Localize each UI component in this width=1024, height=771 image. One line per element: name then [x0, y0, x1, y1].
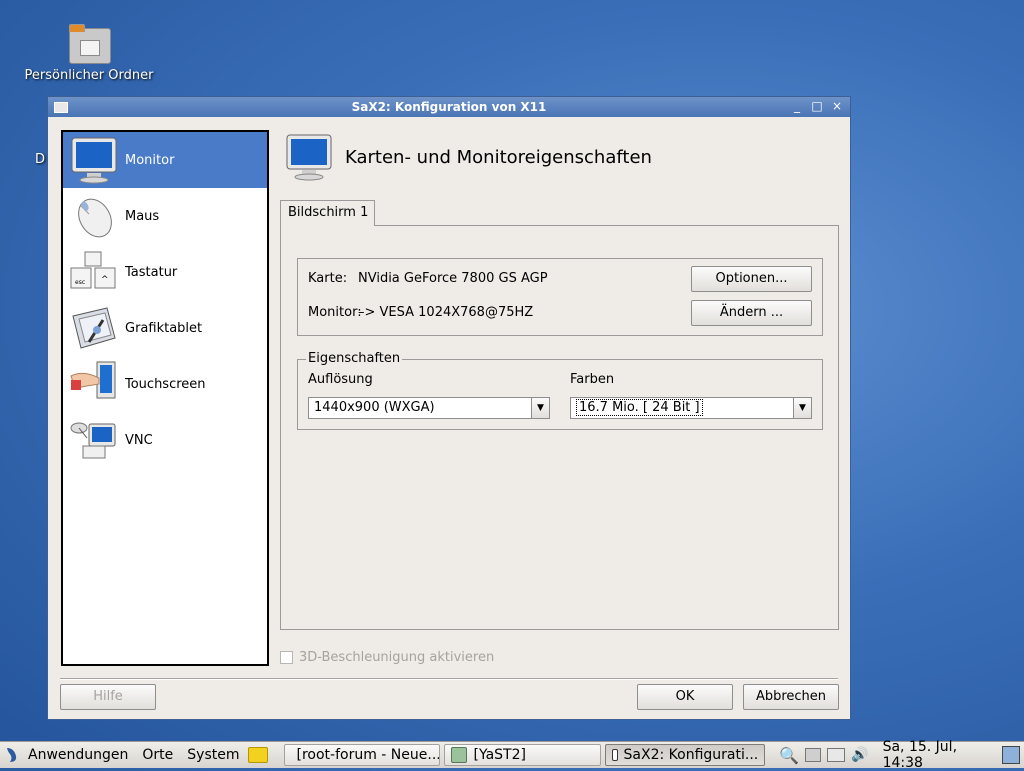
monitor-icon: [69, 136, 119, 184]
show-desktop-button[interactable]: [998, 744, 1024, 767]
monitor-label: Monitor:: [308, 305, 362, 320]
system-menu[interactable]: System: [183, 744, 243, 767]
applications-menu-label: Anwendungen: [28, 747, 129, 763]
options-button[interactable]: Optionen...: [691, 266, 812, 292]
sidebar-item-touchscreen[interactable]: Touchscreen: [63, 356, 267, 412]
card-monitor-box: Karte: NVidia GeForce 7800 GS AGP Monito…: [297, 258, 823, 336]
sidebar-item-label: VNC: [125, 432, 153, 448]
sidebar-item-label: Touchscreen: [125, 376, 206, 392]
minimize-button[interactable]: _: [790, 99, 804, 113]
mouse-icon: [69, 192, 119, 240]
sidebar-item-mouse[interactable]: Maus: [63, 188, 267, 244]
network-icon[interactable]: [805, 748, 822, 762]
task-firefox[interactable]: [root-forum - Neue...: [283, 744, 441, 766]
task-label: [YaST2]: [473, 747, 526, 763]
sidebar-item-label: Maus: [125, 208, 160, 224]
sidebar-item-keyboard[interactable]: esc ^ Tastatur: [63, 244, 267, 300]
keyboard-icon: esc ^: [69, 248, 119, 296]
ok-button[interactable]: OK: [637, 684, 733, 710]
tab-panel: Karte: NVidia GeForce 7800 GS AGP Monito…: [280, 225, 839, 630]
vnc-icon: [69, 416, 119, 464]
page-title: Karten- und Monitoreigenschaften: [345, 147, 652, 168]
places-menu-label: Orte: [142, 747, 174, 763]
yast-icon: [451, 747, 468, 763]
system-menu-label: System: [187, 747, 240, 763]
footer-separator: [60, 678, 838, 680]
sidebar-item-monitor[interactable]: Monitor: [63, 132, 267, 188]
card-label: Karte:: [308, 271, 348, 286]
desktop-icon-home[interactable]: Persönlicher Ordner: [22, 24, 156, 83]
sidebar-item-label: Grafiktablet: [125, 320, 203, 336]
chevron-down-icon[interactable]: ▼: [531, 398, 549, 418]
category-sidebar: Monitor Maus esc ^ Tastatur Grafiktablet…: [61, 130, 269, 666]
accel-3d-checkbox[interactable]: 3D-Beschleunigung aktivieren: [280, 650, 494, 665]
card-value: NVidia GeForce 7800 GS AGP: [358, 271, 548, 286]
system-tray: 🔍 🔊: [775, 744, 872, 767]
colors-value: 16.7 Mio. [ 24 Bit ]: [576, 399, 703, 416]
help-button[interactable]: Hilfe: [60, 684, 156, 710]
close-button[interactable]: ×: [830, 99, 844, 113]
tablet-icon: [69, 304, 119, 352]
monitor-value: –> VESA 1024X768@75HZ: [358, 305, 534, 320]
task-sax2[interactable]: SaX2: Konfigurati...: [605, 744, 766, 766]
checkbox-box[interactable]: [280, 651, 293, 664]
task-label: [root-forum - Neue...: [296, 747, 441, 763]
resolution-label: Auflösung: [308, 372, 373, 387]
chevron-down-icon[interactable]: ▼: [793, 398, 811, 418]
applications-menu[interactable]: Anwendungen: [0, 744, 132, 767]
clock[interactable]: Sa, 15. Jul, 14:38: [879, 739, 998, 771]
properties-group: Eigenschaften Auflösung Farben 1440x900 …: [297, 351, 823, 430]
taskbar: Anwendungen Orte System [root-forum - Ne…: [0, 739, 1024, 771]
svg-text:esc: esc: [75, 279, 85, 286]
header-monitor-icon: [284, 133, 334, 181]
sidebar-item-label: Monitor: [125, 152, 175, 168]
task-yast2[interactable]: [YaST2]: [444, 744, 602, 766]
volume-icon[interactable]: 🔊: [851, 747, 868, 763]
desktop-icon-label: Persönlicher Ordner: [24, 68, 154, 83]
resolution-value: 1440x900 (WXGA): [314, 400, 435, 415]
sidebar-item-label: Tastatur: [125, 264, 178, 280]
sidebar-item-tablet[interactable]: Grafiktablet: [63, 300, 267, 356]
touchscreen-icon: [69, 360, 119, 408]
window-icon: [612, 749, 618, 761]
printer-icon[interactable]: [827, 748, 846, 762]
window-title: SaX2: Konfiguration von X11: [351, 100, 547, 114]
tab-bildschirm-1[interactable]: Bildschirm 1: [280, 200, 375, 226]
svg-text:^: ^: [101, 275, 109, 285]
accel-3d-label: 3D-Beschleunigung aktivieren: [299, 650, 495, 665]
properties-legend: Eigenschaften: [306, 351, 403, 366]
notes-launcher[interactable]: [244, 744, 272, 767]
folder-icon: [67, 24, 111, 64]
foot-logo-icon: [4, 746, 20, 764]
desktop-icon-partial-label: D: [35, 152, 46, 167]
cancel-button[interactable]: Abbrechen: [743, 684, 839, 710]
colors-label: Farben: [570, 372, 615, 387]
window-titlebar[interactable]: SaX2: Konfiguration von X11 _ □ ×: [48, 97, 850, 117]
change-monitor-button[interactable]: Ändern ...: [691, 300, 812, 326]
task-label: SaX2: Konfigurati...: [623, 747, 759, 763]
clock-label: Sa, 15. Jul, 14:38: [882, 739, 958, 771]
notes-icon: [247, 747, 268, 763]
maximize-button[interactable]: □: [810, 99, 824, 113]
resolution-select[interactable]: 1440x900 (WXGA) ▼: [308, 397, 550, 419]
search-icon[interactable]: 🔍: [779, 746, 799, 765]
desktop-icon: [1002, 746, 1020, 764]
sidebar-item-vnc[interactable]: VNC: [63, 412, 267, 468]
colors-select[interactable]: 16.7 Mio. [ 24 Bit ] ▼: [570, 397, 812, 419]
sax2-window: SaX2: Konfiguration von X11 _ □ × Monito…: [47, 96, 851, 720]
places-menu[interactable]: Orte: [138, 744, 177, 767]
